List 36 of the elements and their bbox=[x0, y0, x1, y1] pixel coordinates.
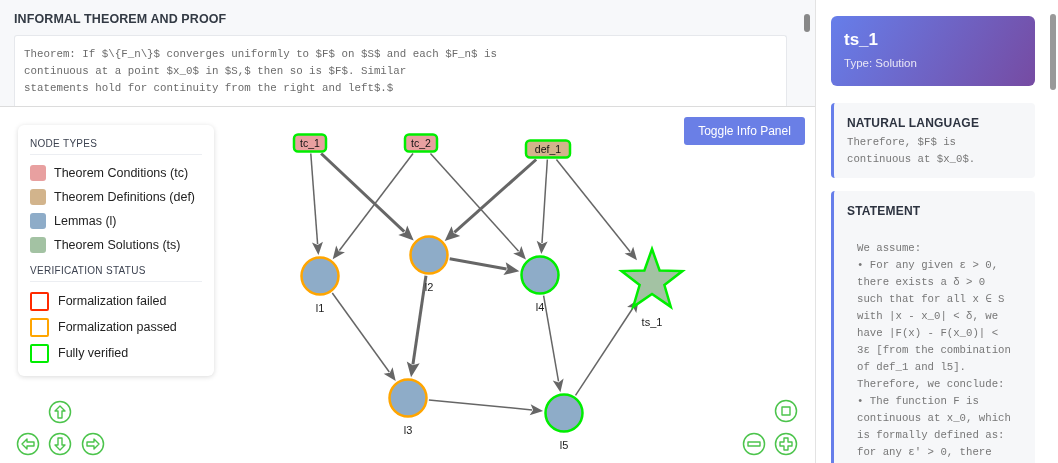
lemma-node[interactable] bbox=[300, 256, 340, 296]
legend-label: Theorem Conditions (tc) bbox=[54, 166, 189, 180]
section-text: We assume: • For any given ε > 0, there exists a δ > 0 such that for all x ∈ S with |x - x_0| < δ, we have |F(x) - F(x_0)| < 3ε [from the combination of def_1 and l5]. Therefore, we conclude: • The function F is continuous at x_0, which is formally defined as: for any ε' > 0, there bbox=[856, 241, 1012, 460]
fit-view-icon[interactable] bbox=[774, 399, 798, 423]
legend-label: Formalization passed bbox=[58, 320, 177, 334]
node-label: l2 bbox=[424, 281, 434, 293]
node-box[interactable]: tc_1 bbox=[292, 133, 328, 153]
section-heading: STATEMENT bbox=[847, 204, 922, 218]
node-box[interactable]: tc_2 bbox=[403, 133, 439, 153]
zoom-in-icon[interactable] bbox=[774, 432, 798, 456]
lemma-node[interactable] bbox=[388, 378, 428, 418]
panel-title: INFORMAL THEOREM AND PROOF bbox=[14, 12, 228, 26]
star-node[interactable] bbox=[618, 245, 686, 310]
node-label: l4 bbox=[535, 301, 545, 313]
zoom-out-icon[interactable] bbox=[742, 432, 766, 456]
legend-label: Theorem Definitions (def) bbox=[54, 190, 196, 204]
toggle-info-panel-button[interactable]: Toggle Info Panel bbox=[684, 117, 805, 145]
lemma-node[interactable] bbox=[409, 235, 449, 275]
legend-label: Theorem Solutions (ts) bbox=[54, 238, 181, 252]
node-label: l5 bbox=[559, 439, 569, 451]
theorem-text-box: Theorem: If $\{F_n\}$ converges uniformly to $F$ on $S$ and each $F_n$ is continuous at a point $x_0$ in $S,$ then so is $F$. Similar statements hold for continuity from the right and left$.$ bbox=[14, 35, 787, 106]
section-heading: NATURAL LANGUAGE bbox=[847, 116, 981, 130]
node-title: ts_1 bbox=[844, 30, 880, 50]
node-label: ts_1 bbox=[641, 316, 663, 328]
node-box[interactable]: def_1 bbox=[524, 139, 572, 159]
legend-label: Fully verified bbox=[58, 346, 129, 360]
lemma-node[interactable] bbox=[544, 393, 584, 433]
legend-heading: VERIFICATION STATUS bbox=[30, 265, 202, 282]
node-type: Type: Solution bbox=[844, 57, 918, 69]
node-label: l1 bbox=[315, 302, 325, 314]
section-text: Therefore, $F$ is continuous at $x_0$. bbox=[847, 135, 977, 167]
legend-heading: NODE TYPES bbox=[30, 138, 202, 155]
lemma-node[interactable] bbox=[520, 255, 560, 295]
legend-label: Lemmas (l) bbox=[54, 214, 117, 228]
node-label: l3 bbox=[403, 424, 413, 436]
legend-label: Formalization failed bbox=[58, 294, 167, 308]
